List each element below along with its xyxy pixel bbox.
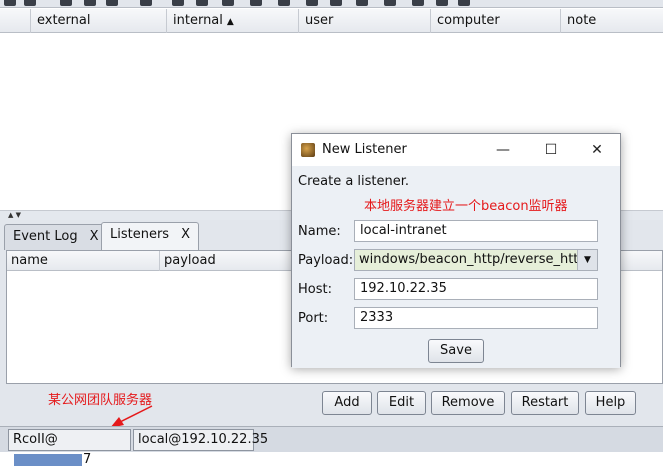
tab-close-button[interactable]: X: [90, 229, 99, 244]
column-internal[interactable]: internal ▲: [166, 9, 298, 33]
sort-ascending-icon: ▲: [226, 17, 234, 27]
dialog-title-bar[interactable]: New Listener — ☐ ✕: [292, 134, 620, 166]
payload-select[interactable]: windows/beacon_http/reverse_http ▼: [354, 249, 598, 271]
column-note[interactable]: note: [560, 9, 663, 33]
toolbar-icon[interactable]: [140, 0, 152, 6]
host-label: Host:: [298, 282, 332, 297]
tab-event-log[interactable]: Event Log X: [4, 224, 108, 250]
add-button[interactable]: Add: [322, 391, 372, 415]
toolbar-icon[interactable]: [278, 0, 290, 6]
toolbar-icon[interactable]: [84, 0, 96, 6]
column-computer[interactable]: computer: [430, 9, 560, 33]
toolbar-icon[interactable]: [306, 0, 318, 6]
close-button[interactable]: ✕: [574, 134, 620, 166]
tab-listeners[interactable]: Listeners X: [101, 222, 199, 250]
help-button[interactable]: Help: [585, 391, 636, 415]
app-icon: [301, 143, 315, 157]
local-server-status[interactable]: local@192.10.22.35: [133, 429, 268, 451]
toolbar-icon[interactable]: [106, 0, 118, 6]
restart-button[interactable]: Restart: [511, 391, 579, 415]
name-label: Name:: [298, 224, 341, 239]
toolbar-icon[interactable]: [24, 0, 36, 6]
column-name[interactable]: name: [7, 251, 159, 271]
sessions-table-header: external internal ▲ user computer note: [0, 9, 663, 33]
toolbar-icon[interactable]: [384, 0, 396, 6]
team-server-status[interactable]: RcoII@7: [8, 429, 131, 467]
splitter-arrows-icon[interactable]: ▲ ▼: [8, 211, 21, 219]
toolbar-icon[interactable]: [330, 0, 342, 6]
redacted-address: [14, 453, 82, 466]
toolbar-icon[interactable]: [250, 0, 262, 6]
status-bar: RcoII@7 local@192.10.22.35: [0, 426, 663, 467]
maximize-button[interactable]: ☐: [528, 134, 574, 166]
edit-button[interactable]: Edit: [377, 391, 426, 415]
column-user[interactable]: user: [298, 9, 430, 33]
toolbar-icon[interactable]: [436, 0, 448, 6]
host-field[interactable]: 192.10.22.35: [354, 278, 598, 300]
toolbar-icon[interactable]: [60, 0, 72, 6]
toolbar: [0, 0, 663, 8]
toolbar-icon[interactable]: [356, 0, 368, 6]
name-field[interactable]: local-intranet: [354, 220, 598, 242]
toolbar-icon[interactable]: [458, 0, 470, 6]
save-button[interactable]: Save: [428, 339, 484, 363]
tab-close-button[interactable]: X: [181, 227, 190, 242]
chevron-down-icon[interactable]: ▼: [577, 250, 597, 270]
column-external[interactable]: external: [30, 9, 166, 33]
toolbar-icon[interactable]: [172, 0, 184, 6]
dialog-heading: Create a listener.: [298, 174, 410, 189]
minimize-button[interactable]: —: [480, 134, 526, 166]
payload-label: Payload:: [298, 253, 354, 268]
toolbar-icon[interactable]: [196, 0, 208, 6]
port-field[interactable]: 2333: [354, 307, 598, 329]
toolbar-icon[interactable]: [412, 0, 424, 6]
dialog-content: Create a listener. 本地服务器建立一个beacon监听器 Na…: [292, 166, 620, 368]
port-label: Port:: [298, 311, 329, 326]
beacon-annotation: 本地服务器建立一个beacon监听器: [364, 199, 568, 214]
toolbar-icon[interactable]: [222, 0, 234, 6]
remove-button[interactable]: Remove: [431, 391, 505, 415]
dialog-title: New Listener: [322, 142, 407, 157]
new-listener-dialog: New Listener — ☐ ✕ Create a listener. 本地…: [291, 133, 621, 368]
toolbar-icon[interactable]: [4, 0, 16, 6]
